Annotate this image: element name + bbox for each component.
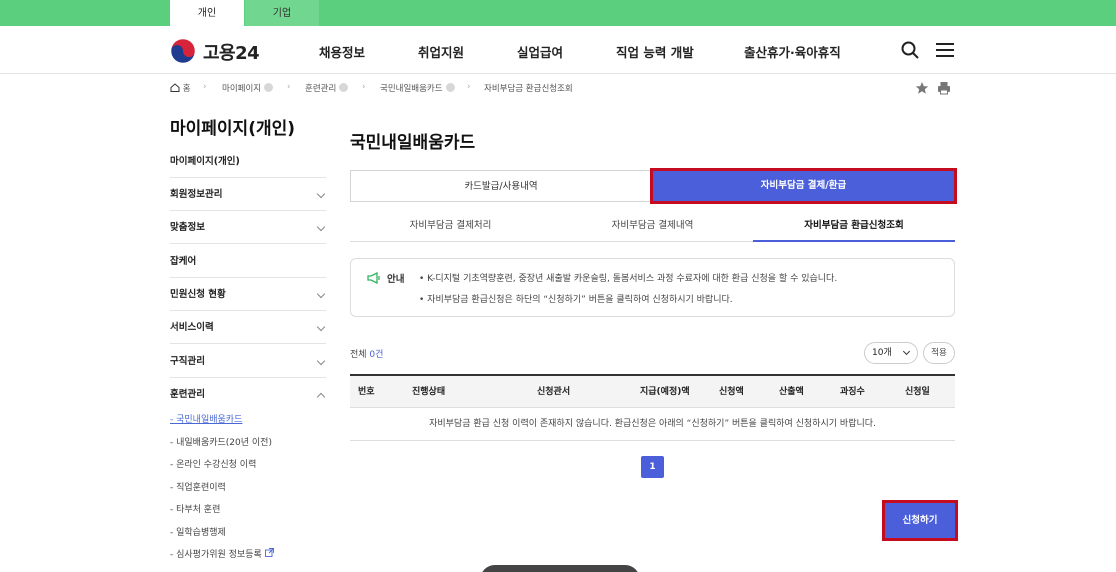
sidebar-item-service-history[interactable]: 서비스이력 [170,311,326,344]
sidebar-item-training[interactable]: 훈련관리 [170,378,326,411]
sidebar-item-custom-info[interactable]: 맞춤정보 [170,211,326,244]
tab-self-pay-processing[interactable]: 자비부담금 결제처리 [350,212,551,242]
column-header: 과징수 [840,387,865,397]
chevron-down-icon [316,356,326,366]
breadcrumb-card[interactable]: 국민내일배움카드 [380,82,455,94]
sidebar-subitem-old-card[interactable]: - 내일배움카드(20년 이전) [170,435,272,448]
column-header: 지급(예정)액 [640,387,690,397]
segment-card-usage[interactable]: 카드발급/사용내역 [350,170,652,202]
pagination-page[interactable]: 1 [641,456,664,478]
column-header: 번호 [358,387,375,397]
nav-parental-leave[interactable]: 출산휴가·육아휴직 [744,42,841,61]
floating-bar[interactable] [480,565,640,572]
segment-self-pay-refund[interactable]: 자비부담금 결제/환급 [650,168,957,204]
nav-employment-support[interactable]: 취업지원 [418,42,464,61]
expand-circle-icon[interactable] [445,83,455,92]
sidebar-subitem-work-study[interactable]: - 일학습병행제 [170,525,226,538]
tab-business[interactable]: 기업 [245,0,319,26]
chevron-down-icon [316,189,326,199]
sidebar-subitem-national-card[interactable]: - 국민내일배움카드 [170,412,242,425]
tab-personal[interactable]: 개인 [170,0,244,26]
tab-refund-inquiry[interactable]: 자비부담금 환급신청조회 [753,212,955,242]
sidebar-title: 마이페이지(개인) [170,119,296,139]
column-header: 신청액 [719,387,744,397]
expand-circle-icon[interactable] [339,83,349,92]
sidebar-subitem-reviewer-registration[interactable]: - 심사평가위원 정보등록 [170,547,274,560]
site-header: 고용24 채용정보 취업지원 실업급여 직업 능력 개발 출산휴가·육아휴직 [0,26,1116,74]
chevron-up-icon [316,392,326,402]
table-header: 번호 진행상태 신청관서 지급(예정)액 신청액 산출액 과징수 신청일 [350,374,955,408]
print-icon[interactable] [937,81,951,95]
column-header: 신청일 [905,387,930,397]
notice-box: 안내 • K-디지털 기초역량훈련, 중장년 새출발 카운슬링, 돌봄서비스 과… [350,258,955,317]
sidebar-item-petition-status[interactable]: 민원신청 현황 [170,278,326,311]
subtab-bar: 자비부담금 결제처리 자비부담금 결제내역 자비부담금 환급신청조회 [350,212,955,242]
breadcrumb-separator: › [362,82,366,92]
page-title: 국민내일배움카드 [350,133,476,153]
logo-text: 고용24 [203,43,260,64]
submit-application-button[interactable]: 신청하기 [882,500,958,541]
taegeuk-emblem-icon [170,38,196,64]
chevron-down-icon [316,289,326,299]
sidebar-item-jobcare[interactable]: 잡케어 [170,245,326,278]
breadcrumb-current: 자비부담금 환급신청조회 [484,84,573,94]
breadcrumb-separator: › [287,82,291,92]
notice-label: 안내 [387,274,405,285]
breadcrumb-mypage[interactable]: 마이페이지 [222,82,274,94]
star-icon[interactable] [915,81,929,95]
hamburger-menu-icon[interactable] [935,40,955,60]
page-size-select[interactable]: 10개 [864,342,918,364]
expand-circle-icon[interactable] [264,83,274,92]
sidebar-item-member-info[interactable]: 회원정보관리 [170,178,326,211]
breadcrumb-training[interactable]: 훈련관리 [305,82,349,94]
external-link-icon [264,548,274,557]
tab-self-pay-history[interactable]: 자비부담금 결제내역 [552,212,753,242]
site-logo[interactable]: 고용24 [170,38,260,64]
audience-tab-bar: 개인 기업 [0,0,1116,26]
column-header: 신청관서 [537,387,571,397]
breadcrumb-home[interactable]: 홈 [170,82,191,94]
chevron-down-icon [316,322,326,332]
nav-jobs[interactable]: 채용정보 [319,42,365,61]
chevron-down-icon [316,222,326,232]
chevron-down-icon [902,347,911,356]
nav-unemployment-benefits[interactable]: 실업급여 [517,42,563,61]
sidebar-subitem-other-ministry[interactable]: - 타부처 훈련 [170,502,220,515]
sidebar-subitem-online-enrollment[interactable]: - 온라인 수강신청 이력 [170,457,256,470]
apply-filter-button[interactable]: 적용 [923,342,955,364]
sidebar-subitem-training-history[interactable]: - 직업훈련이력 [170,480,226,493]
total-count-value: 0건 [369,350,384,360]
megaphone-icon [367,272,380,284]
table-empty-row: 자비부담금 환급 신청 이력이 존재하지 않습니다. 환급신청은 아래의 “신청… [350,408,955,441]
breadcrumb-separator: › [467,82,471,92]
sidebar-item-mypage[interactable]: 마이페이지(개인) [170,145,326,178]
notice-line: • 자비부담금 환급신청은 하단의 “신청하기” 버튼을 클릭하여 신청하시기 … [419,295,733,305]
sidebar-item-job-seeking[interactable]: 구직관리 [170,345,326,378]
nav-vocational-training[interactable]: 직업 능력 개발 [616,42,694,61]
total-count: 전체 0건 [350,350,384,360]
breadcrumb-separator: › [203,82,207,92]
search-icon[interactable] [900,40,920,60]
notice-line: • K-디지털 기초역량훈련, 중장년 새출발 카운슬링, 돌봄서비스 과정 수… [419,274,838,284]
home-icon [170,83,180,92]
column-header: 진행상태 [412,387,446,397]
column-header: 산출액 [779,387,804,397]
